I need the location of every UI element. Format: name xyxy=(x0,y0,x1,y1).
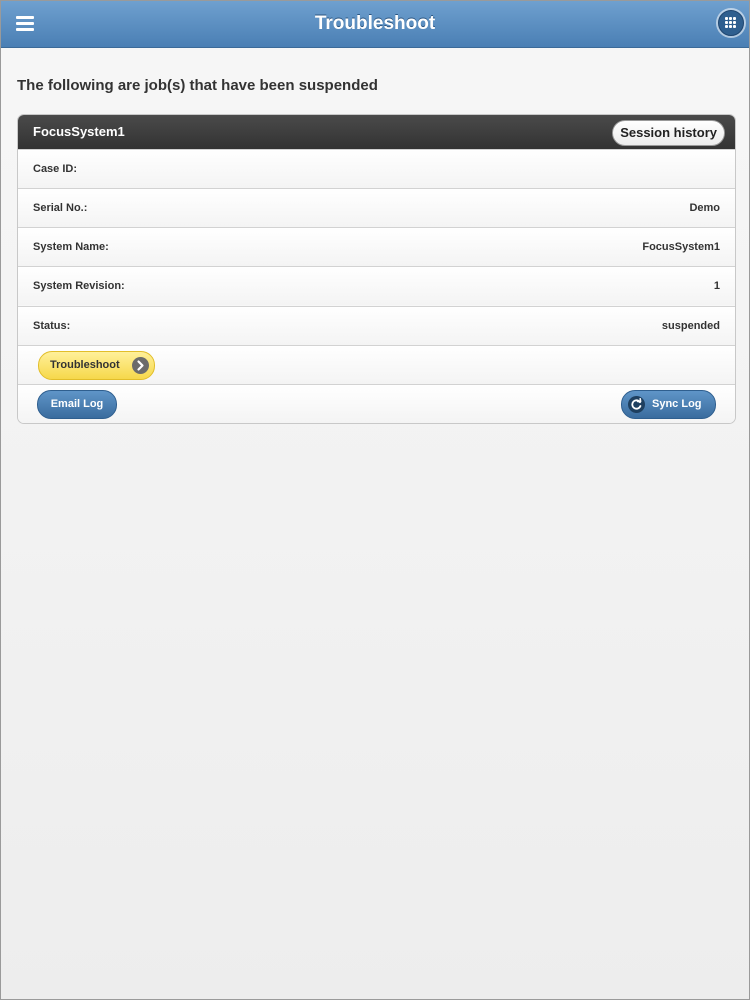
apps-grid-button[interactable] xyxy=(718,10,744,36)
suspended-jobs-heading: The following are job(s) that have been … xyxy=(17,77,378,94)
app-frame: Troubleshoot The following are job(s) th… xyxy=(0,0,750,1000)
email-log-button[interactable]: Email Log xyxy=(37,390,117,419)
troubleshoot-row: Troubleshoot xyxy=(18,345,735,384)
troubleshoot-button[interactable]: Troubleshoot xyxy=(38,351,155,380)
chevron-right-icon xyxy=(132,357,149,374)
log-actions-row: Email Log Sync Log xyxy=(18,384,735,423)
grid-icon xyxy=(725,17,737,29)
system-name-value: FocusSystem1 xyxy=(642,241,720,253)
job-card-header: FocusSystem1 Session history xyxy=(18,115,735,149)
job-card: FocusSystem1 Session history Case ID: Se… xyxy=(17,114,736,424)
serial-no-label: Serial No.: xyxy=(33,202,88,214)
system-name-label: System Name: xyxy=(33,241,109,253)
session-history-button[interactable]: Session history xyxy=(612,120,725,146)
system-revision-label: System Revision: xyxy=(33,280,125,292)
serial-no-row: Serial No.: Demo xyxy=(18,188,735,227)
menu-button[interactable] xyxy=(13,11,39,35)
troubleshoot-button-label: Troubleshoot xyxy=(50,359,120,371)
sync-log-button[interactable]: Sync Log xyxy=(621,390,716,419)
case-id-label: Case ID: xyxy=(33,163,78,175)
refresh-icon xyxy=(628,396,645,413)
status-value: suspended xyxy=(661,320,720,332)
system-revision-row: System Revision: 1 xyxy=(18,266,735,305)
system-revision-value: 1 xyxy=(713,280,720,292)
system-name-row: System Name: FocusSystem1 xyxy=(18,227,735,266)
status-label: Status: xyxy=(33,320,71,332)
job-card-title: FocusSystem1 xyxy=(33,124,125,139)
page-title: Troubleshoot xyxy=(314,13,436,34)
serial-no-value: Demo xyxy=(689,202,720,214)
status-row: Status: suspended xyxy=(18,306,735,345)
sync-log-button-label: Sync Log xyxy=(652,398,702,410)
case-id-row: Case ID: xyxy=(18,149,735,188)
top-header-bar: Troubleshoot xyxy=(1,1,749,48)
